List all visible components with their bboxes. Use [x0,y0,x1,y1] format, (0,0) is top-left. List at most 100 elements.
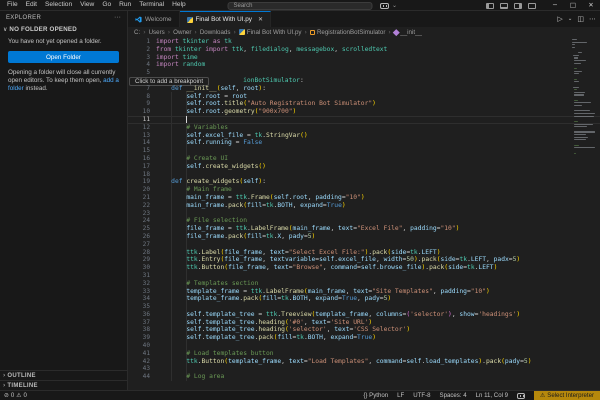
code-line[interactable]: 23 [128,210,600,218]
breadcrumb-item[interactable]: Owner [173,29,191,36]
line-number[interactable]: 44 [133,373,150,381]
line-number[interactable]: 25 [133,225,150,233]
line-number[interactable]: 13 [133,132,150,140]
breakpoint-margin[interactable] [128,303,133,311]
line-number[interactable]: 1 [133,38,150,46]
breakpoint-margin[interactable] [128,194,133,202]
line-number[interactable]: 8 [133,93,150,101]
line-number[interactable]: 15 [133,147,150,155]
breadcrumb-item[interactable]: RegistrationBotSimulator [310,29,385,36]
menu-selection[interactable]: Selection [41,0,76,10]
run-dropdown-chevron-icon[interactable]: ⌄ [568,16,573,22]
breakpoint-margin[interactable] [128,225,133,233]
line-number[interactable]: 34 [133,295,150,303]
code-line[interactable]: 7 def __init__(self, root): [128,85,600,93]
breakpoint-margin[interactable] [128,54,133,62]
line-number[interactable]: 36 [133,311,150,319]
breakpoint-margin[interactable] [128,256,133,264]
menu-terminal[interactable]: Terminal [135,0,168,10]
code-line[interactable]: 8 self.root = root [128,93,600,101]
menu-run[interactable]: Run [115,0,135,10]
tab-welcome[interactable]: Welcome [128,11,180,27]
breakpoint-margin[interactable] [128,334,133,342]
code-line[interactable]: 32 # Templates section [128,280,600,288]
breakpoint-margin[interactable] [128,311,133,319]
breakpoint-margin[interactable] [128,116,133,124]
line-number[interactable]: 2 [133,46,150,54]
code-line[interactable]: 18 [128,171,600,179]
code-line[interactable]: 35 [128,303,600,311]
code-line[interactable]: 41 # Load templates button [128,350,600,358]
code-line[interactable]: 22 main_frame.pack(fill=tk.BOTH, expand=… [128,202,600,210]
breakpoint-margin[interactable] [128,288,133,296]
line-number[interactable]: 42 [133,358,150,366]
minimize-button[interactable]: ─ [546,0,564,11]
open-folder-button[interactable]: Open Folder [8,51,119,63]
line-number[interactable]: 28 [133,249,150,257]
code-line[interactable]: 14 self.running = False [128,139,600,147]
breakpoint-margin[interactable] [128,319,133,327]
breadcrumb-item[interactable]: C: [134,29,140,36]
breakpoint-margin[interactable] [128,171,133,179]
breakpoint-margin[interactable] [128,210,133,218]
line-number[interactable]: 14 [133,139,150,147]
line-number[interactable]: 29 [133,256,150,264]
menu-file[interactable]: File [3,0,22,10]
breakpoint-margin[interactable] [128,46,133,54]
code-editor[interactable]: 1import tkinter as tk2from tkinter impor… [128,37,600,390]
section-timeline[interactable]: ›TIMELINE [0,380,127,390]
breakpoint-margin[interactable] [128,217,133,225]
minimap[interactable] [572,39,596,390]
breakpoint-margin[interactable] [128,108,133,116]
breakpoint-margin[interactable] [128,178,133,186]
menu-help[interactable]: Help [168,0,190,10]
breadcrumb-item[interactable]: Users [149,29,165,36]
tab-final-bot-with-ui-py[interactable]: Final Bot With UI.py✕ [180,11,272,27]
toggle-panel-icon[interactable] [500,3,508,9]
breakpoint-margin[interactable] [128,241,133,249]
line-number[interactable]: 31 [133,272,150,280]
breakpoint-margin[interactable] [128,202,133,210]
code-line[interactable]: 20 # Main frame [128,186,600,194]
breakpoint-margin[interactable] [128,350,133,358]
line-number[interactable]: 43 [133,365,150,373]
code-line[interactable]: 5 [128,69,600,77]
customize-layout-icon[interactable] [528,3,536,9]
code-line[interactable]: 30 ttk.Button(file_frame, text="Browse",… [128,264,600,272]
sidebar-more-actions-icon[interactable]: ··· [114,15,121,21]
status-item-lf[interactable]: LF [397,392,404,399]
breakpoint-margin[interactable] [128,147,133,155]
line-number[interactable]: 10 [133,108,150,116]
copilot-status-icon[interactable] [517,393,525,399]
line-number[interactable]: 26 [133,233,150,241]
breakpoint-margin[interactable] [128,61,133,69]
code-line[interactable]: 37 self.template_tree.heading('#0', text… [128,319,600,327]
line-number[interactable]: 37 [133,319,150,327]
line-number[interactable]: 11 [133,116,150,124]
line-number[interactable]: 21 [133,194,150,202]
menu-view[interactable]: View [76,0,98,10]
breakpoint-margin[interactable] [128,38,133,46]
code-line[interactable]: 11 [128,116,600,124]
code-line[interactable]: 29 ttk.Entry(file_frame, textvariable=se… [128,256,600,264]
line-number[interactable]: 32 [133,280,150,288]
code-line[interactable]: 28 ttk.Label(file_frame, text="Select Ex… [128,249,600,257]
run-python-file-icon[interactable]: ▷ [557,15,562,23]
breakpoint-margin[interactable] [128,249,133,257]
line-number[interactable]: 33 [133,288,150,296]
code-line[interactable]: 27 [128,241,600,249]
line-number[interactable]: 30 [133,264,150,272]
breadcrumb-item[interactable]: Final Bot With UI.py [239,29,302,36]
line-number[interactable]: 20 [133,186,150,194]
breakpoint-margin[interactable] [128,85,133,93]
code-line[interactable]: 39 self.template_tree.pack(fill=tk.BOTH,… [128,334,600,342]
status-item-ln-11-col-9[interactable]: Ln 11, Col 9 [476,392,508,399]
code-line[interactable]: 19 def create_widgets(self): [128,178,600,186]
code-line[interactable]: 38 self.template_tree.heading('selector'… [128,326,600,334]
code-line[interactable]: 17 self.create_widgets() [128,163,600,171]
breakpoint-margin[interactable] [128,233,133,241]
breakpoint-margin[interactable] [128,69,133,77]
code-line[interactable]: 24 # File selection [128,217,600,225]
toggle-sidebar-icon[interactable] [486,3,494,9]
breakpoint-margin[interactable] [128,93,133,101]
